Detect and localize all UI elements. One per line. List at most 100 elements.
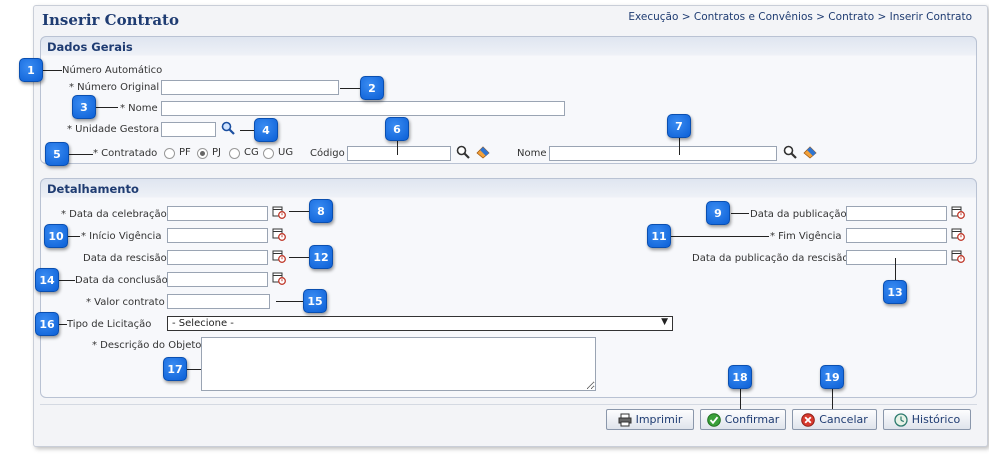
historico-label: Histórico <box>911 413 961 426</box>
data-rescisao-input[interactable] <box>167 250 268 265</box>
valor-contrato-input[interactable] <box>167 294 270 309</box>
callout-marker-15: 15 <box>303 289 327 313</box>
section-dados-gerais: Dados Gerais <box>40 36 977 164</box>
data-publicacao-rescisao-label: Data da publicação da rescisão <box>692 253 849 264</box>
numero-original-input[interactable] <box>161 80 339 95</box>
radio-pj-label: PJ <box>212 147 221 158</box>
callout-marker-17: 17 <box>163 357 187 381</box>
data-publicacao-input[interactable] <box>846 206 947 221</box>
check-icon <box>706 412 721 427</box>
callout-marker-10: 10 <box>44 224 68 248</box>
callout-marker-11: 11 <box>647 224 671 248</box>
numero-automatico-label: Número Automático <box>62 65 163 76</box>
tipo-licitacao-select[interactable]: - Selecione - ▼ <box>167 316 673 331</box>
callout-marker-12: 12 <box>309 245 333 269</box>
callout-marker-7: 7 <box>667 114 691 138</box>
descricao-objeto-label: * Descrição do Objeto <box>92 340 202 351</box>
callout-line-2 <box>340 88 360 89</box>
chevron-down-icon: ▼ <box>661 317 668 327</box>
callout-marker-2: 2 <box>360 76 384 100</box>
callout-line-6 <box>397 141 398 155</box>
callout-line-10 <box>68 236 80 237</box>
callout-line-1 <box>43 70 62 71</box>
search-icon[interactable] <box>456 145 470 159</box>
unidade-gestora-input[interactable] <box>161 122 216 137</box>
radio-cg[interactable] <box>229 148 240 159</box>
calendar-clock-icon[interactable] <box>951 227 965 241</box>
codigo-input[interactable] <box>347 146 451 161</box>
callout-line-17 <box>187 369 201 370</box>
cancel-icon <box>801 412 816 427</box>
unidade-gestora-label: * Unidade Gestora <box>67 124 160 135</box>
callout-line-19 <box>832 389 833 409</box>
callout-marker-5: 5 <box>45 142 69 166</box>
callout-line-9 <box>731 213 749 214</box>
radio-ug-label: UG <box>278 147 294 158</box>
calendar-clock-icon[interactable] <box>272 249 286 263</box>
data-conclusao-label: Data da conclusão <box>75 275 168 286</box>
callout-marker-9: 9 <box>706 201 730 225</box>
callout-marker-16: 16 <box>35 312 59 336</box>
callout-marker-19: 19 <box>820 365 844 389</box>
callout-line-18 <box>740 389 741 409</box>
radio-cg-label: CG <box>244 147 259 158</box>
radio-pj[interactable] <box>197 148 208 159</box>
numero-original-label: * Número Original <box>69 82 160 93</box>
imprimir-button[interactable]: Imprimir <box>606 409 694 430</box>
callout-line-7 <box>679 138 680 155</box>
confirmar-button[interactable]: Confirmar <box>700 409 786 430</box>
callout-marker-4: 4 <box>254 118 278 142</box>
tipo-licitacao-label: Tipo de Licitação <box>67 319 152 330</box>
history-icon <box>894 412 908 427</box>
nome-label: * Nome <box>120 103 158 114</box>
footer-divider <box>40 404 977 405</box>
radio-pf-label: PF <box>179 147 191 158</box>
section-title-detalhamento: Detalhamento <box>47 182 139 196</box>
calendar-clock-icon[interactable] <box>951 249 965 263</box>
callout-line-13 <box>895 258 896 280</box>
radio-pf[interactable] <box>164 148 175 159</box>
callout-line-3 <box>96 107 118 108</box>
data-celebracao-label: * Data da celebração <box>61 209 167 220</box>
callout-line-16 <box>59 324 67 325</box>
calendar-clock-icon[interactable] <box>272 205 286 219</box>
nome2-input[interactable] <box>549 146 777 161</box>
valor-contrato-label: * Valor contrato <box>86 297 165 308</box>
callout-marker-13: 13 <box>883 280 907 304</box>
calendar-clock-icon[interactable] <box>951 205 965 219</box>
codigo-label: Código <box>310 148 345 159</box>
nome-input[interactable] <box>161 101 565 116</box>
eraser-icon[interactable] <box>803 145 817 159</box>
descricao-objeto-textarea[interactable] <box>201 337 596 391</box>
data-celebracao-input[interactable] <box>167 206 268 221</box>
data-publicacao-label: Data da publicação <box>750 209 847 220</box>
callout-line-15 <box>276 301 304 302</box>
page-title: Inserir Contrato <box>42 11 179 29</box>
callout-marker-1: 1 <box>19 58 43 82</box>
tipo-licitacao-value: - Selecione - <box>172 318 234 329</box>
callout-line-14 <box>59 280 75 281</box>
breadcrumb[interactable]: Execução > Contratos e Convênios > Contr… <box>628 11 972 23</box>
radio-ug[interactable] <box>263 148 274 159</box>
data-conclusao-input[interactable] <box>167 272 268 287</box>
callout-line-4 <box>240 130 254 131</box>
historico-button[interactable]: Histórico <box>883 409 971 430</box>
callout-line-12 <box>289 257 309 258</box>
callout-line-5 <box>69 154 93 155</box>
nome2-label: Nome <box>517 148 547 159</box>
imprimir-label: Imprimir <box>635 413 683 426</box>
calendar-clock-icon[interactable] <box>272 271 286 285</box>
callout-line-8 <box>289 211 309 212</box>
calendar-clock-icon[interactable] <box>272 227 286 241</box>
search-icon[interactable] <box>221 121 235 135</box>
inicio-vigencia-input[interactable] <box>167 228 268 243</box>
contratado-label: * Contratado <box>93 148 158 159</box>
cancelar-button[interactable]: Cancelar <box>792 409 877 430</box>
inicio-vigencia-label: * Início Vigência <box>81 231 162 242</box>
data-publicacao-rescisao-input[interactable] <box>846 250 947 265</box>
callout-marker-6: 6 <box>385 117 409 141</box>
fim-vigencia-input[interactable] <box>846 228 947 243</box>
eraser-icon[interactable] <box>476 145 490 159</box>
callout-marker-14: 14 <box>35 268 59 292</box>
search-icon[interactable] <box>783 145 797 159</box>
